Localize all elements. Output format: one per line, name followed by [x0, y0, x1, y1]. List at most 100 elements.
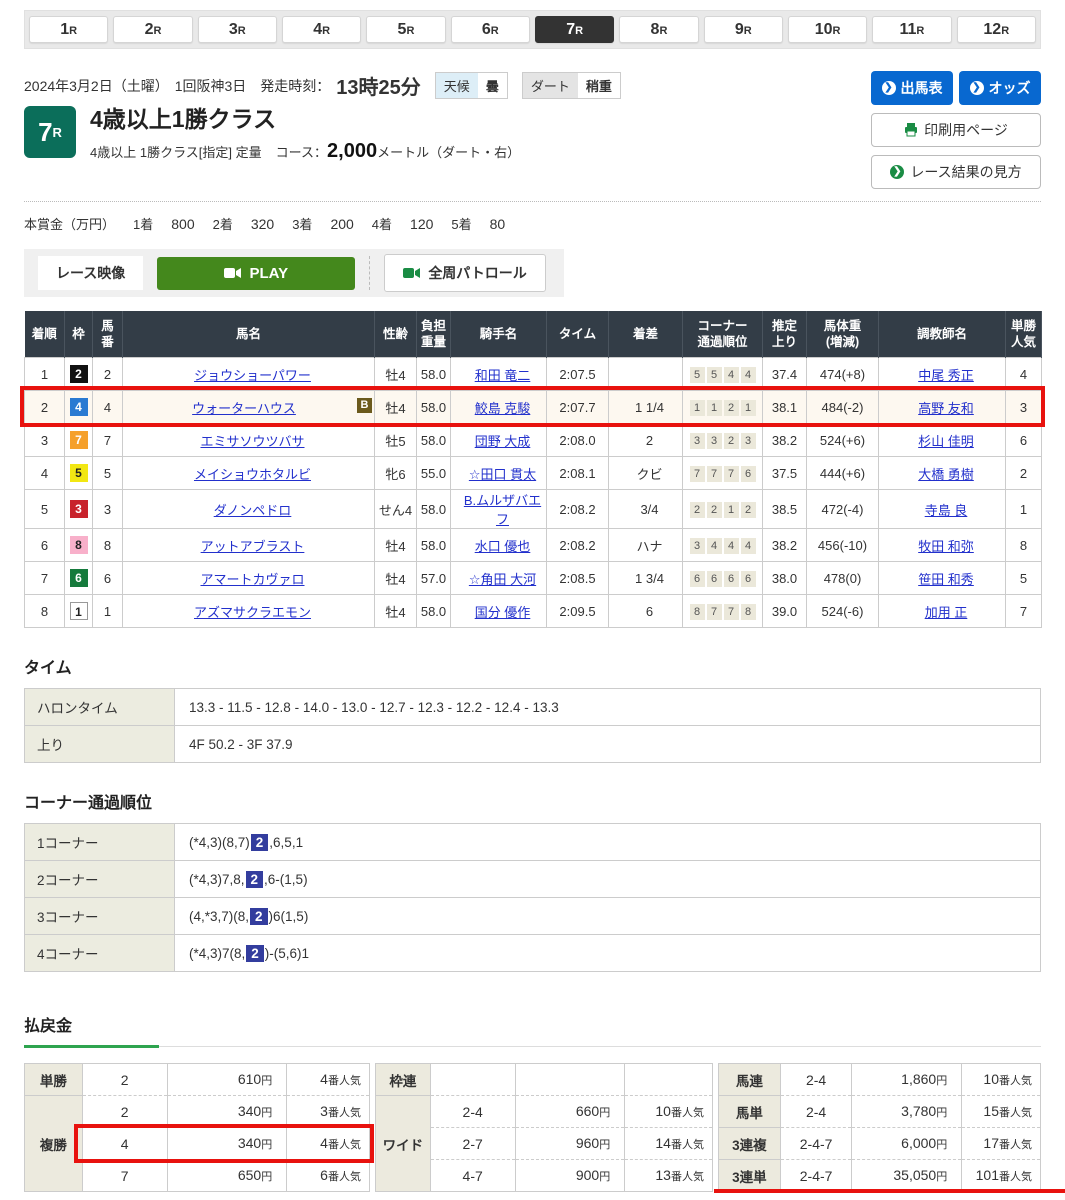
trainer-link[interactable]: 大橋 勇樹	[918, 467, 974, 482]
frame-number: 3	[65, 490, 93, 529]
trainer-cell: 寺島 良	[879, 490, 1006, 529]
race-tab-4r[interactable]: 4R	[282, 16, 361, 43]
chevron-right-icon: ❯	[882, 81, 896, 95]
race-tab-8r[interactable]: 8R	[619, 16, 698, 43]
horse-name-link[interactable]: ダノンペドロ	[214, 503, 292, 518]
trainer-link[interactable]: 高野 友和	[918, 401, 974, 416]
race-tab-11r[interactable]: 11R	[872, 16, 951, 43]
video-camera-icon	[403, 267, 420, 279]
payout-row: 馬連2-41,860円10番人気	[718, 1064, 1040, 1096]
race-tab-7r[interactable]: 7R	[535, 16, 614, 43]
payout-row: 枠連	[375, 1064, 712, 1096]
win-popularity: 2	[1006, 457, 1042, 490]
payout-number: 2	[82, 1064, 167, 1096]
payout-amount: 6,000円	[852, 1128, 962, 1160]
payout-type-label: 枠連	[375, 1064, 430, 1096]
payout-type-label: 3連複	[718, 1128, 780, 1160]
payout-amount: 340円	[167, 1096, 287, 1128]
race-tab-9r[interactable]: 9R	[704, 16, 783, 43]
jockey-link[interactable]: 和田 竜二	[475, 368, 531, 383]
finish-time: 2:08.2	[547, 490, 609, 529]
corner-positions: 6666	[683, 562, 763, 595]
race-tab-12r[interactable]: 12R	[957, 16, 1036, 43]
horse-name-cell: ジョウショーパワー	[123, 358, 375, 391]
table-row: 4コーナー(*4,3)7(8,2)-(5,6)1	[25, 935, 1041, 972]
trainer-link[interactable]: 杉山 佳明	[918, 434, 974, 449]
win-popularity: 4	[1006, 358, 1042, 391]
table-row: 766アマートカヴァロ牡457.0☆角田 大河2:08.51 3/4666638…	[25, 562, 1042, 595]
trainer-cell: 牧田 和弥	[879, 529, 1006, 562]
jockey-cell: ☆田口 貫太	[451, 457, 547, 490]
horse-number: 4	[93, 391, 123, 424]
sex-age: 牡4	[375, 562, 417, 595]
margin: 1 3/4	[609, 562, 683, 595]
trainer-link[interactable]: 中尾 秀正	[918, 368, 974, 383]
trainer-link[interactable]: 寺島 良	[925, 503, 968, 518]
time-section-title: タイム	[24, 654, 1041, 678]
weather-label: 天候	[436, 73, 478, 98]
track-condition-badge: ダート 稍重	[522, 72, 621, 99]
jockey-link[interactable]: 水口 優也	[475, 539, 531, 554]
horse-name-link[interactable]: アマートカヴァロ	[200, 572, 304, 587]
carried-weight: 57.0	[417, 562, 451, 595]
corner-positions: 3323	[683, 424, 763, 457]
win-popularity: 6	[1006, 424, 1042, 457]
patrol-video-button[interactable]: 全周パトロール	[384, 254, 545, 292]
corner-positions: 8778	[683, 595, 763, 628]
race-tab-10r[interactable]: 10R	[788, 16, 867, 43]
row-value: 13.3 - 11.5 - 12.8 - 14.0 - 13.0 - 12.7 …	[175, 689, 1041, 726]
print-page-button[interactable]: 印刷用ページ	[871, 113, 1041, 147]
horse-name-link[interactable]: ウォーターハウス	[192, 401, 296, 416]
table-row: 244Bウォーターハウス牡458.0鮫島 克駿2:07.71 1/4112138…	[25, 391, 1042, 424]
race-tab-5r[interactable]: 5R	[366, 16, 445, 43]
entry-table-button[interactable]: ❯ 出馬表	[871, 71, 953, 105]
trainer-link[interactable]: 牧田 和弥	[918, 539, 974, 554]
jockey-link[interactable]: ☆角田 大河	[469, 572, 536, 587]
results-guide-button[interactable]: ❯ レース結果の見方	[871, 155, 1041, 189]
payout-amount: 340円	[167, 1128, 287, 1160]
table-row: 122ジョウショーパワー牡458.0和田 竜二2:07.5554437.4474…	[25, 358, 1042, 391]
last-3f: 39.0	[763, 595, 807, 628]
frame-number: 7	[65, 424, 93, 457]
corner-order-value: (4,*3,7)(8,2)6(1,5)	[175, 898, 1041, 935]
trainer-link[interactable]: 加用 正	[925, 605, 968, 620]
prize-place: 1着	[133, 214, 153, 233]
trainer-link[interactable]: 笹田 和秀	[918, 572, 974, 587]
last-3f: 38.0	[763, 562, 807, 595]
jockey-link[interactable]: B.ムルザバエフ	[464, 493, 541, 527]
race-tab-3r[interactable]: 3R	[198, 16, 277, 43]
prize-place: 4着	[372, 214, 392, 233]
payout-number: 7	[82, 1160, 167, 1192]
column-header: 着順	[25, 312, 65, 358]
prize-amount: 200	[330, 216, 353, 232]
finish-position: 2	[25, 391, 65, 424]
finish-time: 2:08.2	[547, 529, 609, 562]
carried-weight: 58.0	[417, 358, 451, 391]
horse-name-link[interactable]: エミサソウツバサ	[200, 434, 304, 449]
jockey-link[interactable]: ☆田口 貫太	[469, 467, 536, 482]
horse-name-link[interactable]: ジョウショーパワー	[194, 368, 311, 383]
finish-position: 6	[25, 529, 65, 562]
payout-type-label: 複勝	[25, 1096, 83, 1192]
jockey-link[interactable]: 鮫島 克駿	[475, 401, 531, 416]
jockey-link[interactable]: 国分 優作	[475, 605, 531, 620]
race-title: 4歳以上1勝クラス	[90, 106, 520, 134]
finish-time: 2:08.5	[547, 562, 609, 595]
horse-weight: 444(+6)	[807, 457, 879, 490]
lap-time-table: ハロンタイム13.3 - 11.5 - 12.8 - 14.0 - 13.0 -…	[24, 688, 1041, 763]
race-tab-1r[interactable]: 1R	[29, 16, 108, 43]
payout-number: 2-4-7	[780, 1128, 852, 1160]
horse-name-link[interactable]: アットアブラスト	[201, 539, 305, 554]
table-row: 上り4F 50.2 - 3F 37.9	[25, 726, 1041, 763]
row-label: 2コーナー	[25, 861, 175, 898]
play-button[interactable]: PLAY	[157, 257, 355, 290]
race-tab-2r[interactable]: 2R	[113, 16, 192, 43]
jockey-link[interactable]: 団野 大成	[475, 434, 531, 449]
jockey-cell: 鮫島 克駿	[451, 391, 547, 424]
horse-name-link[interactable]: メイショウホタルビ	[194, 467, 311, 482]
race-tab-6r[interactable]: 6R	[451, 16, 530, 43]
horse-name-link[interactable]: アズマサクラエモン	[194, 605, 311, 620]
horse-weight: 484(-2)	[807, 391, 879, 424]
jockey-cell: ☆角田 大河	[451, 562, 547, 595]
odds-button[interactable]: ❯ オッズ	[959, 71, 1041, 105]
